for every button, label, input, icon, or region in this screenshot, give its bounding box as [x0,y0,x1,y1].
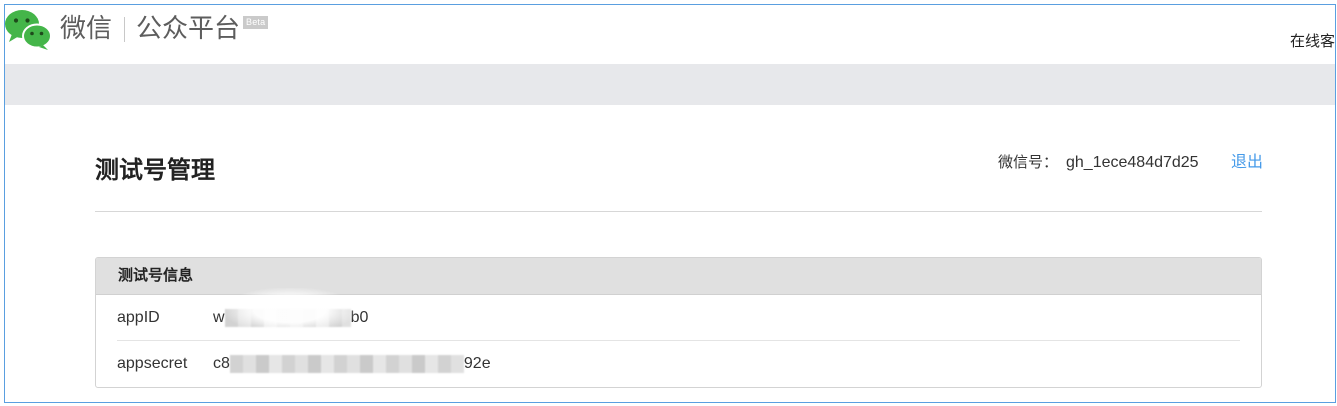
appsecret-redaction-mask [229,354,464,373]
panel-body: appID w b0 appsecret c8 92e [96,295,1261,386]
logout-link[interactable]: 退出 [1231,153,1263,173]
appid-redaction-mask [224,308,351,327]
title-divider [95,211,1262,212]
beta-badge: Beta [243,16,269,29]
appid-value-start: w [213,308,225,326]
appsecret-value-start: c8 [213,354,230,372]
nav-bar [5,64,1335,105]
appid-value-end: b0 [350,308,369,326]
test-account-info-panel: 测试号信息 appID w b0 appsecret c8 92e [95,257,1262,388]
info-row-appsecret: appsecret c8 92e [117,341,1240,386]
page-title: 测试号管理 [95,157,215,184]
appid-label: appID [117,308,160,326]
home-logo-link[interactable] [4,8,52,50]
appsecret-label: appsecret [117,354,188,372]
panel-title: 测试号信息 [96,258,1261,295]
appid-value: w b0 [213,308,369,327]
online-support-link[interactable]: 在线客 [1290,32,1335,52]
product-name: 公众平台 [136,13,241,43]
account-id: gh_1ece484d7d25 [1066,154,1199,171]
brand-name: 微信 [60,13,113,43]
brand-divider [124,17,125,42]
wechat-logo-icon [5,10,52,50]
appsecret-value: c8 92e [213,354,491,373]
account-label: 微信号： [998,154,1059,171]
info-row-appid: appID w b0 [117,295,1240,341]
appsecret-value-end: 92e [463,354,491,372]
